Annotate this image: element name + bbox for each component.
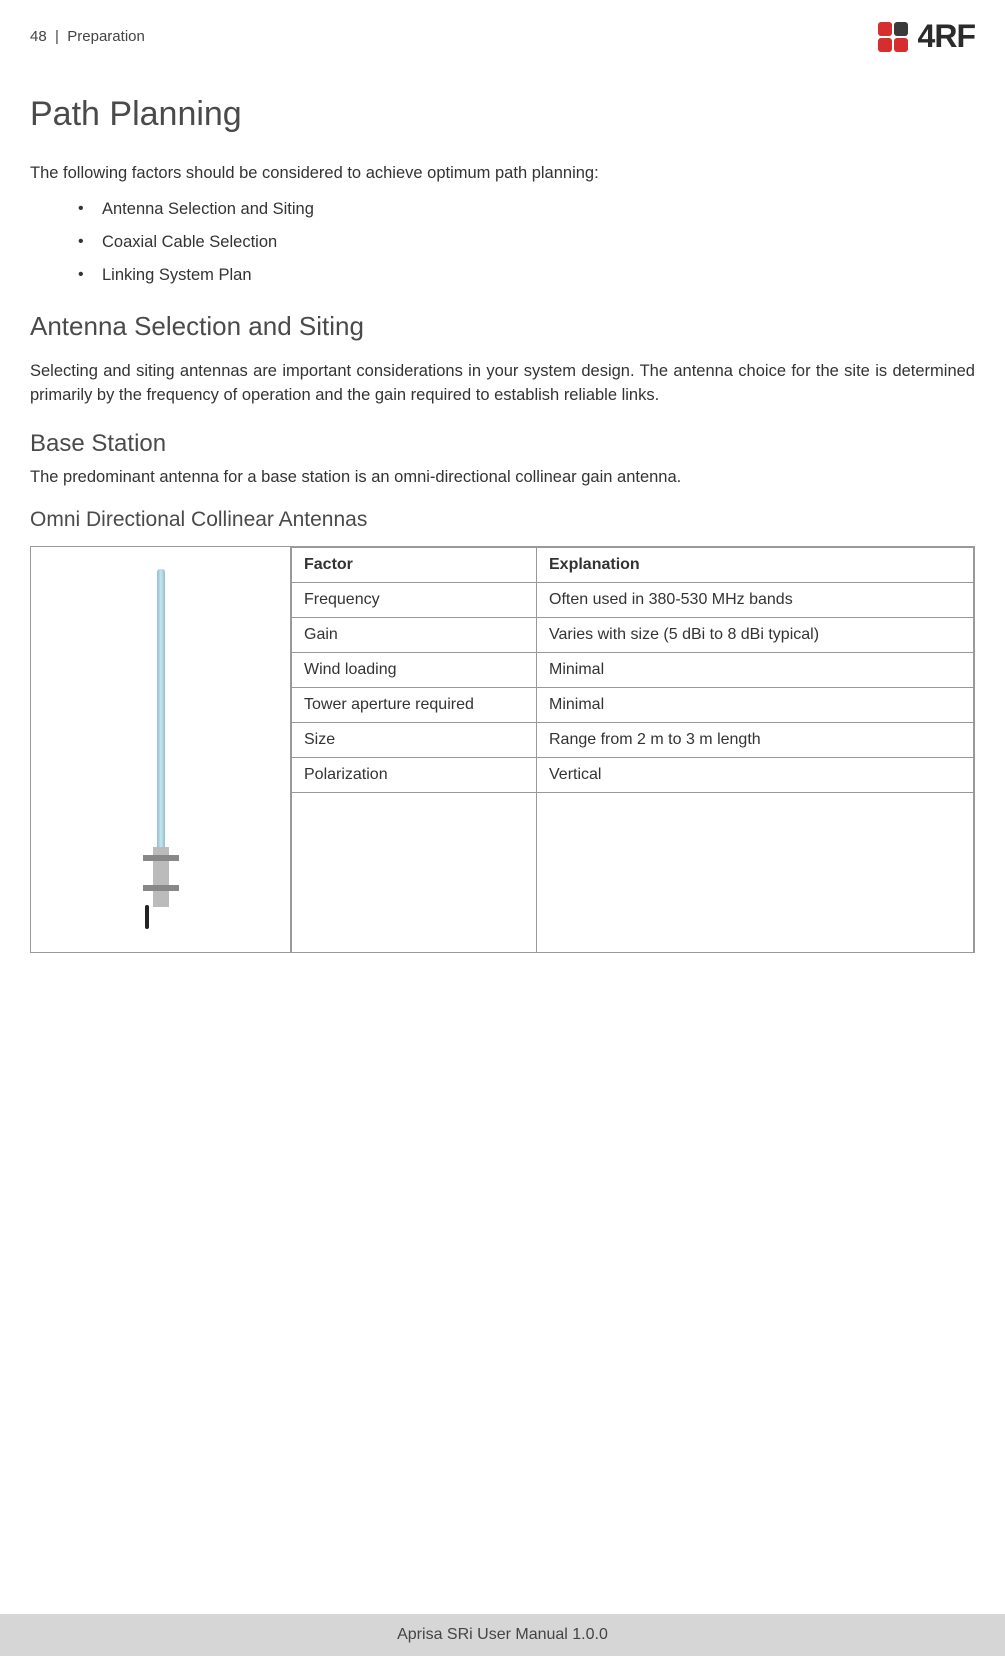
page-footer: Aprisa SRi User Manual 1.0.0 [0,1614,1005,1656]
bullet-item: Antenna Selection and Siting [78,200,975,219]
page-content: Path Planning The following factors shou… [0,55,1005,953]
table-row: Frequency Often used in 380-530 MHz band… [292,582,974,617]
header-text: 48 | Preparation [30,28,145,45]
logo-4rf: 4RF [878,18,975,55]
table-empty-row [292,792,974,952]
cell-explanation: Vertical [537,757,974,792]
table-row: Polarization Vertical [292,757,974,792]
h3-base-station: Base Station [30,430,975,458]
cell-explanation: Minimal [537,652,974,687]
table-row: Gain Varies with size (5 dBi to 8 dBi ty… [292,617,974,652]
cell-factor: Polarization [292,757,537,792]
empty-cell [292,792,537,952]
h4-omni-collinear: Omni Directional Collinear Antennas [30,508,975,532]
bullet-item: Coaxial Cable Selection [78,233,975,252]
table-row: Tower aperture required Minimal [292,687,974,722]
cell-factor: Tower aperture required [292,687,537,722]
factors-list: Antenna Selection and Siting Coaxial Cab… [78,200,975,285]
footer-text: Aprisa SRi User Manual 1.0.0 [397,1626,608,1644]
cell-explanation: Often used in 380-530 MHz bands [537,582,974,617]
spec-table: Factor Explanation Frequency Often used … [291,547,974,953]
cell-explanation: Varies with size (5 dBi to 8 dBi typical… [537,617,974,652]
cell-factor: Wind loading [292,652,537,687]
antenna-spec-block: Factor Explanation Frequency Often used … [30,546,975,954]
header-section: Preparation [67,28,145,45]
collinear-antenna-icon [131,569,191,929]
intro-paragraph: The following factors should be consider… [30,162,975,186]
table-header-row: Factor Explanation [292,547,974,582]
empty-cell [537,792,974,952]
cell-factor: Frequency [292,582,537,617]
th-explanation: Explanation [537,547,974,582]
logo-dots-icon [878,22,908,52]
table-row: Size Range from 2 m to 3 m length [292,722,974,757]
page-header: 48 | Preparation 4RF [0,0,1005,55]
cell-factor: Gain [292,617,537,652]
table-row: Wind loading Minimal [292,652,974,687]
base-station-paragraph: The predominant antenna for a base stati… [30,466,975,490]
cell-explanation: Range from 2 m to 3 m length [537,722,974,757]
th-factor: Factor [292,547,537,582]
page-number: 48 [30,28,47,45]
header-separator: | [55,28,59,45]
bullet-item: Linking System Plan [78,266,975,285]
antenna-image-cell [31,547,291,953]
logo-text: 4RF [918,18,975,55]
h2-antenna-selection: Antenna Selection and Siting [30,311,975,342]
antenna-paragraph: Selecting and siting antennas are import… [30,360,975,408]
h1-path-planning: Path Planning [30,95,975,134]
cell-factor: Size [292,722,537,757]
cell-explanation: Minimal [537,687,974,722]
